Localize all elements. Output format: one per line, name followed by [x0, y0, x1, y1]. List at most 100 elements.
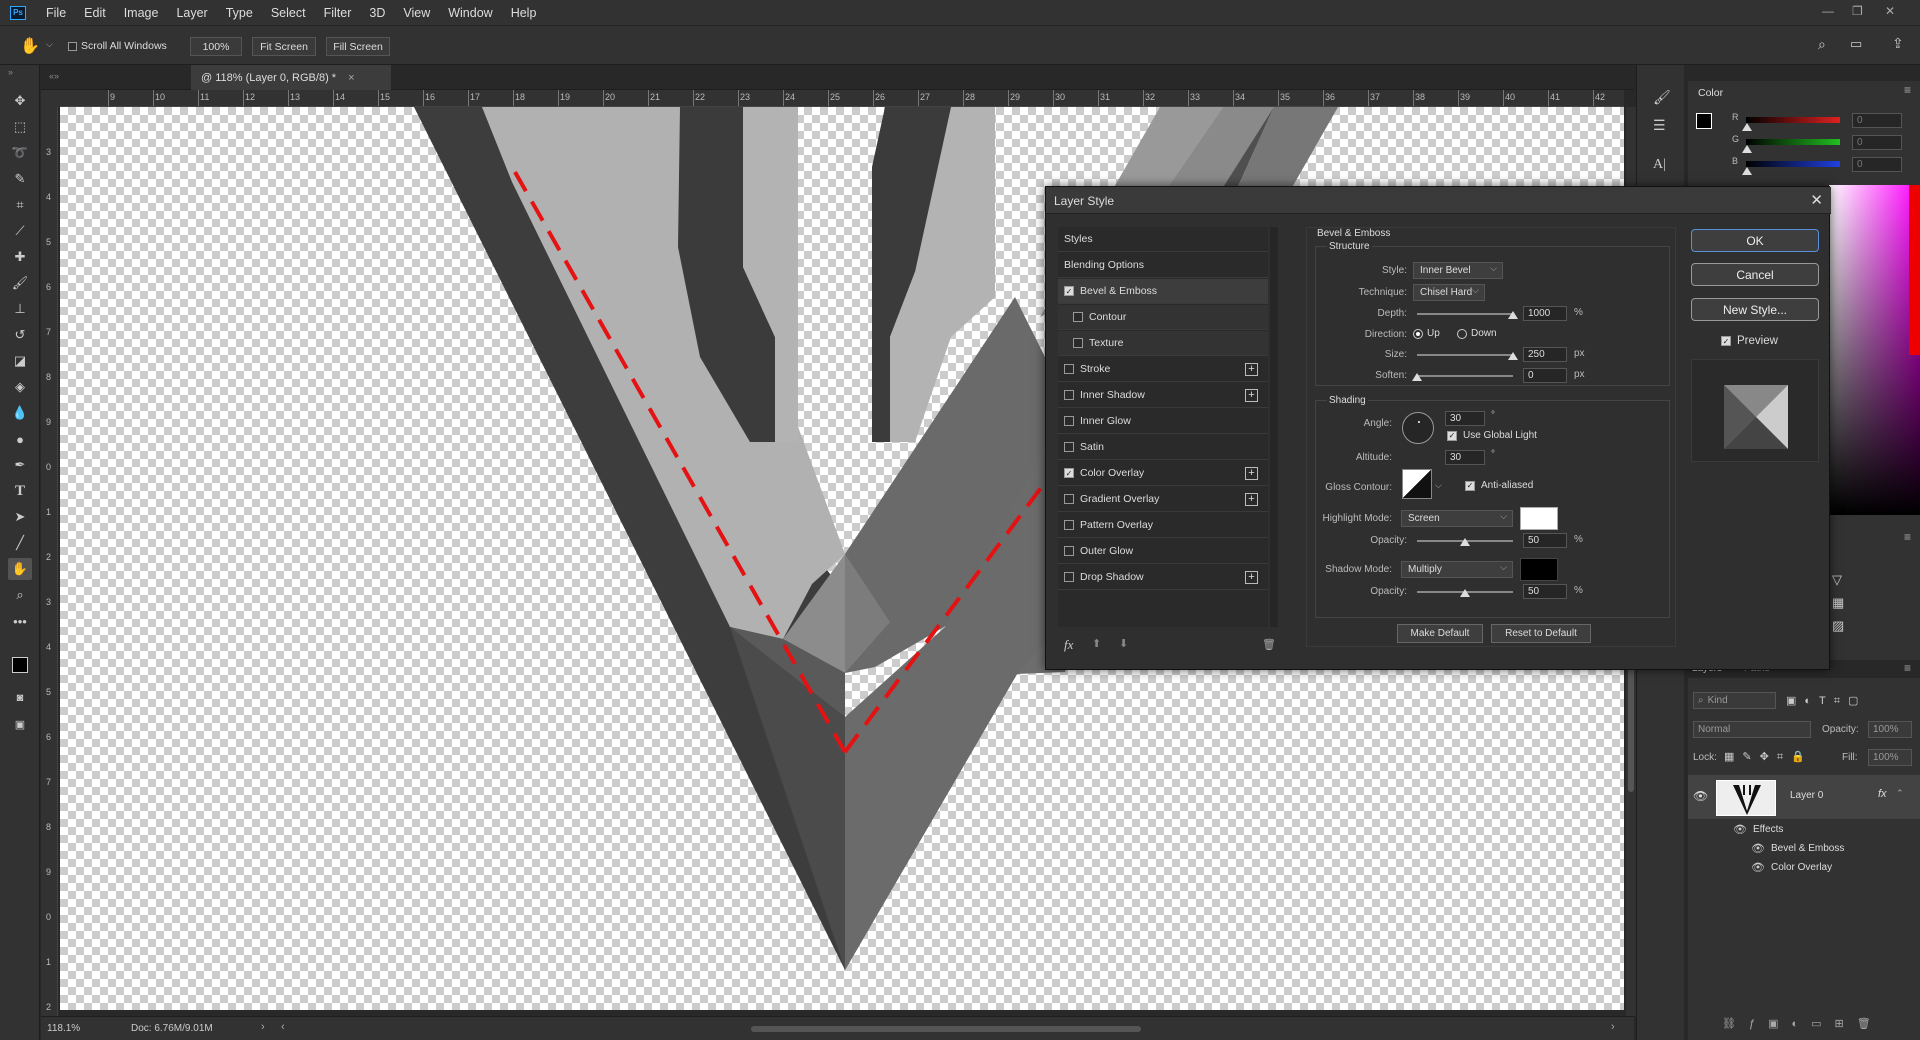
character-icon[interactable]: A|	[1653, 157, 1666, 173]
path-select-icon[interactable]: ➤	[8, 506, 32, 528]
checkbox-icon[interactable]	[1064, 572, 1074, 582]
close-icon[interactable]: ✕	[1810, 191, 1823, 209]
brush-settings-icon[interactable]: 🖌	[1653, 89, 1671, 106]
crop-tool-icon[interactable]: ⌗	[8, 194, 32, 216]
menu-edit[interactable]: Edit	[84, 6, 106, 20]
hue-strip[interactable]	[1909, 185, 1920, 355]
gloss-contour-preview[interactable]	[1402, 469, 1432, 499]
gradient-icon[interactable]: ▨	[1832, 618, 1844, 634]
bevel-style-select[interactable]: Inner Bevel	[1413, 262, 1503, 279]
move-down-icon[interactable]: ⬇	[1119, 637, 1128, 650]
use-global-light-checkbox[interactable]: ✓ Use Global Light	[1447, 430, 1537, 441]
checkbox-icon[interactable]	[1064, 546, 1074, 556]
style-item-stroke[interactable]: Stroke +	[1058, 357, 1268, 382]
add-style-icon[interactable]: +	[1245, 389, 1258, 402]
fill-screen-button[interactable]: Fill Screen	[326, 37, 390, 56]
blend-mode-select[interactable]: Normal	[1693, 721, 1811, 738]
channel-slider[interactable]	[1746, 161, 1840, 167]
line-tool-icon[interactable]: ╱	[8, 532, 32, 554]
technique-select[interactable]: Chisel Hard	[1413, 284, 1485, 301]
move-tool-icon[interactable]: ✥	[8, 90, 32, 112]
effect-row[interactable]: 👁 Bevel & Emboss	[1751, 842, 1911, 855]
panel-menu-icon[interactable]: ≡	[1904, 530, 1911, 544]
layer-filter-icons[interactable]: ▣◐T⌗▢	[1786, 694, 1866, 708]
menu-file[interactable]: File	[46, 6, 66, 20]
close-window-icon[interactable]: ✕	[1885, 4, 1895, 18]
adjustments-icon[interactable]: ☰	[1653, 117, 1666, 134]
close-tab-icon[interactable]: ×	[348, 72, 354, 84]
eye-icon[interactable]: 👁	[1693, 789, 1708, 803]
panel-menu-icon[interactable]: ≡	[1904, 83, 1911, 97]
marquee-tool-icon[interactable]: ⬚	[8, 116, 32, 138]
lasso-tool-icon[interactable]: ➰	[8, 142, 32, 164]
new-style-button[interactable]: New Style...	[1691, 298, 1819, 321]
hand-tool-icon[interactable]: ✋	[8, 558, 32, 580]
type-tool-icon[interactable]: T	[8, 480, 32, 502]
more-tools-icon[interactable]: •••	[8, 610, 32, 632]
collapse-icon[interactable]: «»	[49, 71, 59, 81]
shadow-opacity-thumb[interactable]	[1460, 589, 1470, 597]
reset-to-default-button[interactable]: Reset to Default	[1491, 624, 1591, 643]
shadow-mode-select[interactable]: Multiply	[1401, 561, 1513, 578]
size-slider-thumb[interactable]	[1508, 352, 1518, 360]
style-item-satin[interactable]: Satin	[1058, 435, 1268, 460]
channel-slider-thumb[interactable]	[1742, 167, 1752, 175]
style-item-drop-shadow[interactable]: Drop Shadow +	[1058, 565, 1268, 590]
menu-window[interactable]: Window	[448, 6, 492, 20]
chevron-right-icon[interactable]: ›	[261, 1021, 265, 1033]
layer-row[interactable]: 👁 Layer 0 fx ⌃	[1688, 775, 1920, 819]
workspace-icon[interactable]: ▭	[1850, 36, 1862, 52]
foreground-color-swatch[interactable]	[12, 657, 28, 673]
chevron-down-icon[interactable]: ⌵	[46, 39, 53, 50]
chevron-left-icon[interactable]: ‹	[281, 1021, 285, 1033]
menu-layer[interactable]: Layer	[176, 6, 207, 20]
zoom-readout[interactable]: 118.1%	[47, 1023, 80, 1034]
clone-stamp-icon[interactable]: ⊥	[8, 298, 32, 320]
zoom-tool-icon[interactable]: ⌕	[8, 584, 32, 606]
angle-dial[interactable]	[1402, 412, 1434, 444]
chevron-up-icon[interactable]: ⌃	[1896, 788, 1904, 799]
eraser-tool-icon[interactable]: ◪	[8, 350, 32, 372]
fit-screen-button[interactable]: Fit Screen	[252, 37, 316, 56]
restore-icon[interactable]: ❐	[1852, 4, 1863, 18]
soften-field[interactable]: 0	[1523, 368, 1567, 383]
screen-mode-icon[interactable]: ▣	[8, 713, 32, 735]
soften-slider-thumb[interactable]	[1412, 373, 1422, 381]
fx-icon[interactable]: fx	[1878, 788, 1887, 800]
collapse-icon[interactable]: »	[8, 67, 13, 77]
checkbox-icon[interactable]	[1064, 520, 1074, 530]
highlight-opacity-thumb[interactable]	[1460, 538, 1470, 546]
highlight-color-swatch[interactable]	[1520, 507, 1558, 530]
eye-icon[interactable]: 👁	[1733, 823, 1747, 836]
channel-value-field[interactable]: 0	[1852, 157, 1902, 172]
menu-view[interactable]: View	[403, 6, 430, 20]
style-item-pattern-overlay[interactable]: Pattern Overlay	[1058, 513, 1268, 538]
chevron-down-icon[interactable]: ⌵	[1435, 480, 1442, 491]
channel-value-field[interactable]: 0	[1852, 113, 1902, 128]
menu-filter[interactable]: Filter	[324, 6, 352, 20]
effects-row[interactable]: 👁 Effects	[1733, 823, 1913, 836]
chevron-right-icon[interactable]: ›	[1611, 1021, 1615, 1033]
cancel-button[interactable]: Cancel	[1691, 263, 1819, 286]
channel-slider-thumb[interactable]	[1742, 123, 1752, 131]
ok-button[interactable]: OK	[1691, 229, 1819, 252]
channel-slider[interactable]	[1746, 139, 1840, 145]
channel-value-field[interactable]: 0	[1852, 135, 1902, 150]
scroll-all-windows-checkbox[interactable]: Scroll All Windows	[68, 40, 167, 52]
foreground-swatch[interactable]	[1696, 113, 1712, 129]
depth-field[interactable]: 1000	[1523, 306, 1567, 321]
anti-aliased-checkbox[interactable]: ✓ Anti-aliased	[1465, 480, 1533, 491]
style-item-texture[interactable]: Texture	[1058, 331, 1268, 356]
quick-select-tool-icon[interactable]: ✎	[8, 168, 32, 190]
style-item-inner-glow[interactable]: Inner Glow	[1058, 409, 1268, 434]
style-item-bevel-emboss[interactable]: ✓ Bevel & Emboss	[1058, 279, 1268, 304]
document-tab[interactable]: @ 118% (Layer 0, RGB/8) * ×	[191, 65, 391, 90]
move-up-icon[interactable]: ⬆	[1092, 637, 1101, 650]
menu-image[interactable]: Image	[124, 6, 159, 20]
soften-slider[interactable]	[1417, 375, 1513, 377]
color-field[interactable]	[1829, 185, 1920, 515]
checkbox-icon[interactable]	[1073, 338, 1083, 348]
menu-select[interactable]: Select	[271, 6, 306, 20]
layers-bottom-icons[interactable]: ⛓ƒ▣◐▭⊞🗑	[1722, 1017, 1884, 1030]
add-style-icon[interactable]: +	[1245, 363, 1258, 376]
